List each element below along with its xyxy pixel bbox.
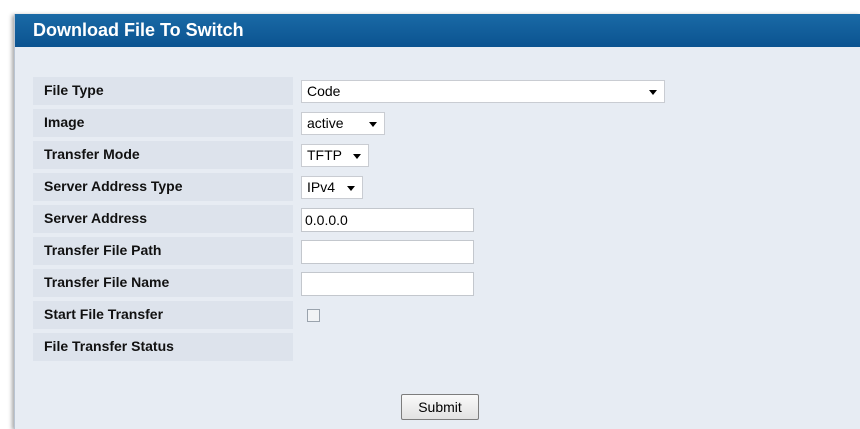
file-type-label: File Type [33, 77, 293, 105]
chevron-down-icon [649, 90, 657, 95]
chevron-down-icon [347, 186, 355, 191]
image-value: active [307, 115, 344, 131]
server-address-type-value: IPv4 [307, 179, 336, 195]
transfer-mode-label: Transfer Mode [33, 141, 293, 169]
file-transfer-status-label: File Transfer Status [33, 333, 293, 361]
server-address-label: Server Address [33, 205, 293, 233]
transfer-mode-select[interactable]: TFTP [301, 144, 369, 167]
start-file-transfer-label: Start File Transfer [33, 301, 293, 329]
panel-title: Download File To Switch [15, 14, 860, 47]
download-file-panel: Download File To Switch File Type Code I… [14, 14, 860, 429]
file-type-value: Code [307, 83, 341, 99]
file-type-select[interactable]: Code [301, 80, 665, 103]
server-address-type-label: Server Address Type [33, 173, 293, 201]
transfer-file-path-label: Transfer File Path [33, 237, 293, 265]
transfer-file-name-label: Transfer File Name [33, 269, 293, 297]
server-address-type-select[interactable]: IPv4 [301, 176, 363, 199]
transfer-file-name-input[interactable] [301, 272, 474, 296]
image-select[interactable]: active [301, 112, 385, 135]
transfer-mode-value: TFTP [307, 147, 342, 163]
chevron-down-icon [353, 154, 361, 159]
submit-button[interactable]: Submit [401, 394, 479, 420]
chevron-down-icon [369, 122, 377, 127]
server-address-input[interactable]: 0.0.0.0 [301, 208, 474, 232]
start-file-transfer-checkbox[interactable] [307, 309, 320, 322]
image-label: Image [33, 109, 293, 137]
transfer-file-path-input[interactable] [301, 240, 474, 264]
